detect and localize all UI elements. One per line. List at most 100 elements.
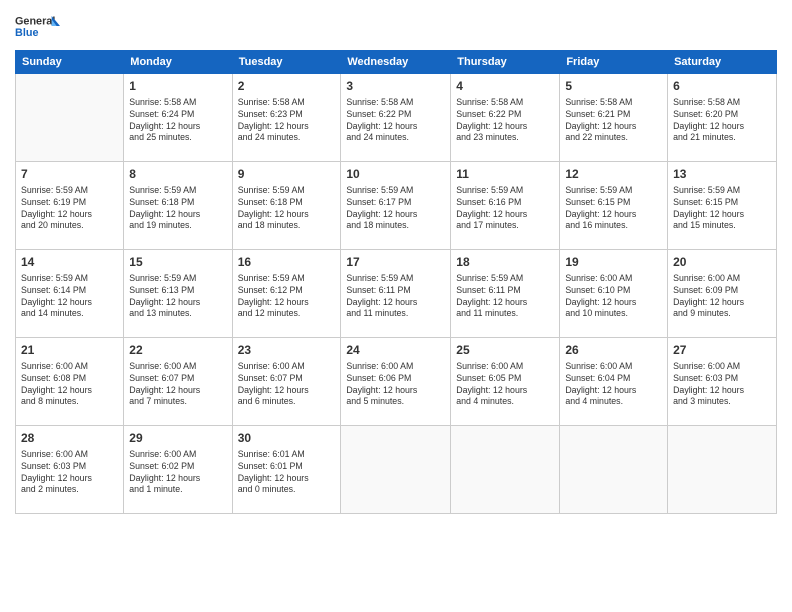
day-info: Sunrise: 6:00 AMSunset: 6:03 PMDaylight:… xyxy=(673,361,771,409)
day-number: 24 xyxy=(346,342,445,359)
day-info: Sunrise: 5:58 AMSunset: 6:22 PMDaylight:… xyxy=(346,97,445,145)
day-info: Sunrise: 6:00 AMSunset: 6:07 PMDaylight:… xyxy=(238,361,336,409)
day-cell: 24 Sunrise: 6:00 AMSunset: 6:06 PMDayligh… xyxy=(341,338,451,426)
day-info: Sunrise: 6:00 AMSunset: 6:07 PMDaylight:… xyxy=(129,361,226,409)
day-info: Sunrise: 5:58 AMSunset: 6:21 PMDaylight:… xyxy=(565,97,662,145)
day-info: Sunrise: 5:58 AMSunset: 6:24 PMDaylight:… xyxy=(129,97,226,145)
day-cell: 15 Sunrise: 5:59 AMSunset: 6:13 PMDayligh… xyxy=(124,250,232,338)
week-row-3: 21 Sunrise: 6:00 AMSunset: 6:08 PMDayligh… xyxy=(16,338,777,426)
day-info: Sunrise: 5:59 AMSunset: 6:14 PMDaylight:… xyxy=(21,273,118,321)
day-number: 15 xyxy=(129,254,226,271)
day-number: 21 xyxy=(21,342,118,359)
day-info: Sunrise: 5:58 AMSunset: 6:23 PMDaylight:… xyxy=(238,97,336,145)
svg-text:General: General xyxy=(15,15,55,27)
day-info: Sunrise: 5:59 AMSunset: 6:18 PMDaylight:… xyxy=(129,185,226,233)
day-cell xyxy=(451,426,560,514)
header-thursday: Thursday xyxy=(451,51,560,74)
day-info: Sunrise: 5:59 AMSunset: 6:11 PMDaylight:… xyxy=(346,273,445,321)
day-cell: 23 Sunrise: 6:00 AMSunset: 6:07 PMDayligh… xyxy=(232,338,341,426)
header-friday: Friday xyxy=(560,51,668,74)
day-cell: 27 Sunrise: 6:00 AMSunset: 6:03 PMDayligh… xyxy=(668,338,777,426)
day-info: Sunrise: 6:00 AMSunset: 6:02 PMDaylight:… xyxy=(129,449,226,497)
day-number: 5 xyxy=(565,78,662,95)
day-cell xyxy=(341,426,451,514)
svg-text:Blue: Blue xyxy=(15,27,38,39)
day-number: 27 xyxy=(673,342,771,359)
day-cell: 29 Sunrise: 6:00 AMSunset: 6:02 PMDayligh… xyxy=(124,426,232,514)
logo: GeneralBlue xyxy=(15,10,65,42)
day-number: 30 xyxy=(238,430,336,447)
day-cell: 3 Sunrise: 5:58 AMSunset: 6:22 PMDaylight… xyxy=(341,74,451,162)
day-number: 20 xyxy=(673,254,771,271)
day-cell: 13 Sunrise: 5:59 AMSunset: 6:15 PMDayligh… xyxy=(668,162,777,250)
day-info: Sunrise: 6:00 AMSunset: 6:08 PMDaylight:… xyxy=(21,361,118,409)
day-cell: 1 Sunrise: 5:58 AMSunset: 6:24 PMDaylight… xyxy=(124,74,232,162)
day-number: 14 xyxy=(21,254,118,271)
header-tuesday: Tuesday xyxy=(232,51,341,74)
week-row-0: 1 Sunrise: 5:58 AMSunset: 6:24 PMDaylight… xyxy=(16,74,777,162)
day-number: 18 xyxy=(456,254,554,271)
header-sunday: Sunday xyxy=(16,51,124,74)
day-info: Sunrise: 5:59 AMSunset: 6:11 PMDaylight:… xyxy=(456,273,554,321)
header-row: SundayMondayTuesdayWednesdayThursdayFrid… xyxy=(16,51,777,74)
day-cell: 6 Sunrise: 5:58 AMSunset: 6:20 PMDaylight… xyxy=(668,74,777,162)
page: GeneralBlue SundayMondayTuesdayWednesday… xyxy=(0,0,792,612)
day-cell: 8 Sunrise: 5:59 AMSunset: 6:18 PMDaylight… xyxy=(124,162,232,250)
day-info: Sunrise: 5:59 AMSunset: 6:18 PMDaylight:… xyxy=(238,185,336,233)
day-info: Sunrise: 5:59 AMSunset: 6:15 PMDaylight:… xyxy=(565,185,662,233)
calendar-table: SundayMondayTuesdayWednesdayThursdayFrid… xyxy=(15,50,777,514)
day-info: Sunrise: 5:58 AMSunset: 6:20 PMDaylight:… xyxy=(673,97,771,145)
day-number: 25 xyxy=(456,342,554,359)
day-number: 7 xyxy=(21,166,118,183)
day-number: 23 xyxy=(238,342,336,359)
day-cell: 26 Sunrise: 6:00 AMSunset: 6:04 PMDayligh… xyxy=(560,338,668,426)
day-info: Sunrise: 5:59 AMSunset: 6:16 PMDaylight:… xyxy=(456,185,554,233)
day-cell: 5 Sunrise: 5:58 AMSunset: 6:21 PMDaylight… xyxy=(560,74,668,162)
day-cell: 16Sunrise: 5:59 AMSunset: 6:12 PMDayligh… xyxy=(232,250,341,338)
day-info: Sunrise: 6:00 AMSunset: 6:10 PMDaylight:… xyxy=(565,273,662,321)
day-cell xyxy=(668,426,777,514)
day-cell: 4Sunrise: 5:58 AMSunset: 6:22 PMDaylight… xyxy=(451,74,560,162)
header-monday: Monday xyxy=(124,51,232,74)
day-cell: 20 Sunrise: 6:00 AMSunset: 6:09 PMDayligh… xyxy=(668,250,777,338)
week-row-2: 14 Sunrise: 5:59 AMSunset: 6:14 PMDayligh… xyxy=(16,250,777,338)
day-cell: 12 Sunrise: 5:59 AMSunset: 6:15 PMDayligh… xyxy=(560,162,668,250)
day-cell: 19Sunrise: 6:00 AMSunset: 6:10 PMDayligh… xyxy=(560,250,668,338)
day-info: Sunrise: 6:00 AMSunset: 6:06 PMDaylight:… xyxy=(346,361,445,409)
day-info: Sunrise: 5:59 AMSunset: 6:19 PMDaylight:… xyxy=(21,185,118,233)
day-info: Sunrise: 5:59 AMSunset: 6:17 PMDaylight:… xyxy=(346,185,445,233)
day-info: Sunrise: 6:00 AMSunset: 6:03 PMDaylight:… xyxy=(21,449,118,497)
day-cell: 22Sunrise: 6:00 AMSunset: 6:07 PMDayligh… xyxy=(124,338,232,426)
day-cell: 7 Sunrise: 5:59 AMSunset: 6:19 PMDaylight… xyxy=(16,162,124,250)
day-info: Sunrise: 6:00 AMSunset: 6:05 PMDaylight:… xyxy=(456,361,554,409)
day-cell: 25 Sunrise: 6:00 AMSunset: 6:05 PMDayligh… xyxy=(451,338,560,426)
day-number: 3 xyxy=(346,78,445,95)
day-number: 6 xyxy=(673,78,771,95)
day-cell: 28 Sunrise: 6:00 AMSunset: 6:03 PMDayligh… xyxy=(16,426,124,514)
day-info: Sunrise: 5:59 AMSunset: 6:13 PMDaylight:… xyxy=(129,273,226,321)
day-cell: 9 Sunrise: 5:59 AMSunset: 6:18 PMDaylight… xyxy=(232,162,341,250)
day-number: 28 xyxy=(21,430,118,447)
header: GeneralBlue xyxy=(15,10,777,42)
day-cell: 11Sunrise: 5:59 AMSunset: 6:16 PMDayligh… xyxy=(451,162,560,250)
day-number: 8 xyxy=(129,166,226,183)
logo-icon: GeneralBlue xyxy=(15,10,65,42)
day-info: Sunrise: 6:00 AMSunset: 6:04 PMDaylight:… xyxy=(565,361,662,409)
day-number: 26 xyxy=(565,342,662,359)
day-number: 13 xyxy=(673,166,771,183)
header-saturday: Saturday xyxy=(668,51,777,74)
day-cell xyxy=(560,426,668,514)
day-number: 1 xyxy=(129,78,226,95)
day-cell: 18 Sunrise: 5:59 AMSunset: 6:11 PMDayligh… xyxy=(451,250,560,338)
day-info: Sunrise: 6:00 AMSunset: 6:09 PMDaylight:… xyxy=(673,273,771,321)
day-info: Sunrise: 6:01 AMSunset: 6:01 PMDaylight:… xyxy=(238,449,336,497)
day-info: Sunrise: 5:58 AMSunset: 6:22 PMDaylight:… xyxy=(456,97,554,145)
day-number: 12 xyxy=(565,166,662,183)
day-number: 9 xyxy=(238,166,336,183)
day-cell xyxy=(16,74,124,162)
day-info: Sunrise: 5:59 AMSunset: 6:15 PMDaylight:… xyxy=(673,185,771,233)
day-number: 29 xyxy=(129,430,226,447)
day-number: 2 xyxy=(238,78,336,95)
day-cell: 14 Sunrise: 5:59 AMSunset: 6:14 PMDayligh… xyxy=(16,250,124,338)
day-number: 16 xyxy=(238,254,336,271)
